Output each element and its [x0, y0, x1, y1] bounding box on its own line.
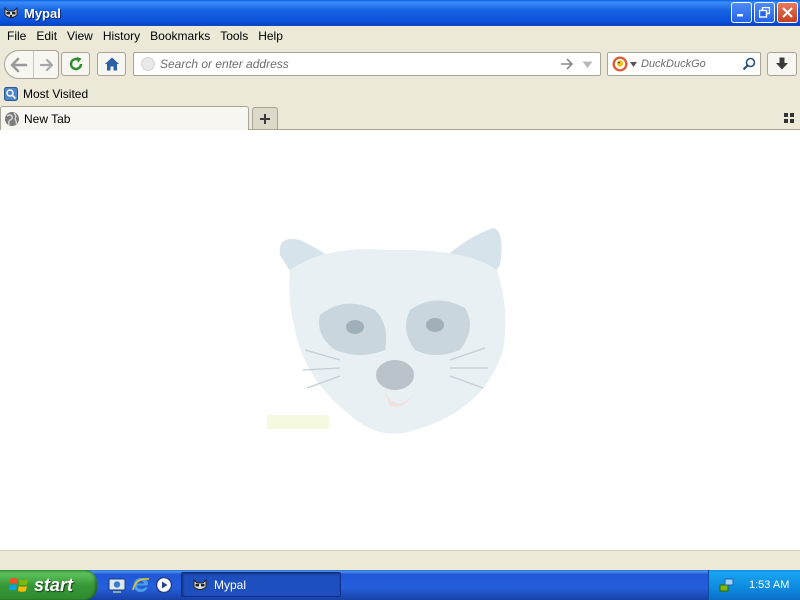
minimize-button[interactable]	[731, 2, 752, 23]
menu-tools[interactable]: Tools	[215, 26, 253, 47]
tab-strip: New Tab	[0, 105, 800, 131]
url-bar[interactable]	[133, 52, 601, 76]
menu-help[interactable]: Help	[253, 26, 288, 47]
start-label: start	[34, 574, 74, 595]
page-content	[0, 130, 800, 550]
duckduckgo-icon[interactable]	[612, 56, 628, 72]
restore-button[interactable]	[754, 2, 775, 23]
go-arrow-icon[interactable]	[560, 57, 574, 71]
most-visited-icon	[4, 87, 18, 101]
globe-icon	[5, 112, 19, 126]
task-label: Mypal	[214, 577, 247, 592]
minimize-icon	[737, 14, 743, 17]
downloads-button[interactable]	[767, 52, 797, 76]
search-icon[interactable]	[742, 57, 756, 71]
bookmark-label: Most Visited	[23, 87, 89, 101]
home-button[interactable]	[97, 52, 126, 76]
taskbar: start Mypal 1:53 AM	[0, 570, 800, 600]
back-arrow-icon	[10, 57, 28, 72]
desktop-icon[interactable]	[108, 576, 126, 594]
all-tabs-icon[interactable]	[784, 113, 794, 123]
reload-button[interactable]	[61, 52, 90, 76]
search-input[interactable]	[641, 58, 731, 70]
site-identity-icon[interactable]	[141, 57, 155, 71]
start-button[interactable]: start	[0, 570, 97, 600]
search-bar[interactable]	[607, 52, 761, 76]
menu-bar: File Edit View History Bookmarks Tools H…	[0, 26, 800, 47]
menu-history[interactable]: History	[98, 26, 145, 47]
title-bar[interactable]: Mypal	[0, 0, 800, 26]
menu-edit[interactable]: Edit	[31, 26, 62, 47]
menu-file[interactable]: File	[2, 26, 31, 47]
home-icon	[104, 57, 119, 71]
bookmark-most-visited[interactable]: Most Visited	[4, 87, 88, 101]
media-player-icon[interactable]	[155, 576, 173, 594]
windows-logo-icon	[9, 578, 28, 592]
url-input[interactable]	[160, 57, 550, 71]
raccoon-app-icon	[4, 6, 18, 18]
status-bar	[0, 550, 800, 570]
search-engine-dropdown-icon[interactable]	[630, 61, 637, 67]
navigation-toolbar	[0, 47, 800, 83]
system-tray: 1:53 AM	[708, 570, 800, 600]
raccoon-mascot-icon	[267, 228, 506, 434]
menu-view[interactable]: View	[62, 26, 98, 47]
reload-icon	[69, 56, 82, 71]
clock[interactable]: 1:53 AM	[749, 579, 789, 591]
network-icon[interactable]	[719, 577, 735, 593]
restore-icon	[759, 7, 770, 18]
tab-label: New Tab	[24, 112, 71, 126]
forward-button[interactable]	[35, 51, 59, 78]
back-button[interactable]	[5, 51, 34, 78]
forward-arrow-icon	[40, 58, 54, 71]
menu-bookmarks[interactable]: Bookmarks	[145, 26, 215, 47]
plus-icon	[260, 113, 270, 124]
window-title: Mypal	[24, 5, 61, 21]
close-button[interactable]	[777, 2, 798, 23]
back-forward-group	[4, 50, 59, 79]
raccoon-icon	[193, 578, 207, 590]
bookmarks-toolbar: Most Visited	[0, 83, 800, 105]
url-dropdown-icon[interactable]	[582, 61, 593, 69]
internet-explorer-icon[interactable]	[132, 576, 150, 594]
new-tab-button[interactable]	[252, 107, 278, 129]
taskbar-button-mypal[interactable]: Mypal	[181, 572, 341, 597]
close-icon	[782, 7, 793, 18]
tab-new-tab[interactable]: New Tab	[0, 106, 249, 131]
download-arrow-icon	[776, 57, 788, 70]
